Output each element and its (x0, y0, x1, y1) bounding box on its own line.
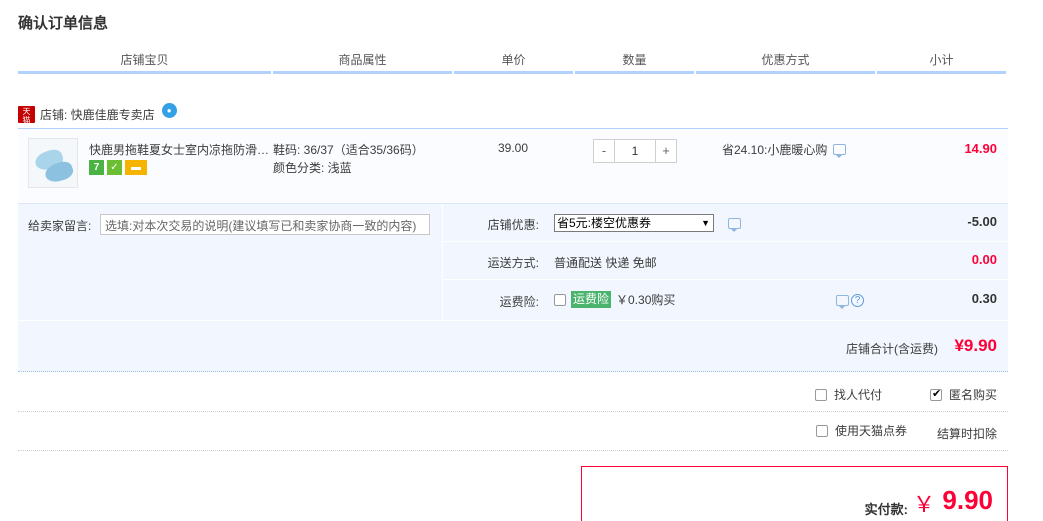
comment-icon[interactable] (836, 295, 849, 309)
header-shop-item: 店铺宝贝 (18, 50, 271, 74)
points-row: 使用天猫点券 结算时扣除 (18, 412, 1008, 451)
seven-day-return-icon[interactable]: 7 (89, 160, 104, 175)
header-unit-price: 单价 (454, 50, 573, 74)
shop-name[interactable]: 店铺: 快鹿佳鹿专卖店 (40, 106, 155, 123)
anonymous-label: 匿名购买 (948, 388, 997, 402)
anonymous-option[interactable]: 匿名购买 (929, 386, 997, 403)
shop-total-value: ¥9.90 (954, 336, 997, 355)
header-attributes: 商品属性 (273, 50, 452, 74)
insurance-label: 运费险: (499, 295, 539, 309)
product-thumbnail[interactable] (28, 138, 78, 188)
tmall-icon: 天猫 (18, 105, 35, 125)
credit-card-icon[interactable]: ▬ (125, 160, 147, 175)
insurance-option: 运费险 ￥0.30购买 (554, 291, 675, 308)
tmall-points-option[interactable]: 使用天猫点券 (815, 422, 907, 439)
order-options-panel: 店铺优惠: 省5元:楼空优惠券 ▼ -5.00 运送方式: 普通配送 快递 免邮… (442, 204, 1009, 320)
comment-icon[interactable] (833, 144, 847, 158)
insurance-checkbox[interactable] (554, 293, 566, 306)
shipping-label: 运送方式: (487, 256, 539, 270)
seller-memo-input[interactable]: 选填:对本次交易的说明(建议填写已和卖家协商一致的内容) (100, 214, 430, 235)
insurance-row: 运费险: 运费险 ￥0.30购买 ? 0.30 (443, 281, 1009, 319)
insurance-tag: 运费险 (571, 291, 612, 308)
shipping-method: 普通配送 快递 免邮 (554, 256, 657, 270)
discount-text: 省24.10:小鹿暖心购 (722, 143, 828, 157)
shop-coupon-amount: -5.00 (967, 214, 997, 229)
insurance-amount: 0.30 (971, 291, 997, 306)
attribute-color: 颜色分类: 浅蓝 (273, 161, 352, 175)
header-discount: 优惠方式 (696, 50, 875, 74)
order-table-header: 店铺宝贝 商品属性 单价 数量 优惠方式 小计 (18, 50, 1008, 74)
wangwang-chat-icon[interactable]: ● (161, 102, 177, 118)
dropdown-arrow-icon: ▼ (701, 218, 710, 228)
proxy-pay-option[interactable]: 找人代付 (814, 386, 882, 403)
shop-total-label: 店铺合计(含运费) (846, 342, 938, 356)
tmall-points-label: 使用天猫点券 (834, 424, 907, 438)
item-subtotal: 14.90 (964, 141, 997, 156)
quantity-stepper: - 1 + (593, 139, 677, 163)
comment-icon[interactable] (728, 218, 741, 232)
shop-coupon-select[interactable]: 省5元:楼空优惠券 ▼ (554, 214, 714, 232)
quantity-minus-button[interactable]: - (594, 140, 614, 162)
insurance-price: ￥0.30购买 (616, 293, 676, 307)
page-title: 确认订单信息 (18, 15, 109, 32)
payment-total: 9.90 (942, 485, 993, 515)
points-note: 结算时扣除 (937, 425, 997, 442)
payment-label: 实付款: (864, 502, 908, 517)
attribute-size: 鞋码: 36/37（适合35/36码） (273, 143, 424, 157)
discount-info: 省24.10:小鹿暖心购 (722, 141, 847, 158)
shop-total-row: 店铺合计(含运费) ¥9.90 (18, 320, 1008, 372)
payment-options-row: 找人代付 匿名购买 (18, 373, 1008, 412)
quantity-input[interactable]: 1 (614, 140, 656, 162)
shop-coupon-row: 店铺优惠: 省5元:楼空优惠券 ▼ -5.00 (443, 204, 1009, 242)
tmall-points-checkbox[interactable] (815, 424, 828, 437)
proxy-pay-checkbox[interactable] (814, 388, 827, 401)
shop-coupon-label: 店铺优惠: (487, 218, 539, 232)
quantity-plus-button[interactable]: + (656, 140, 676, 162)
header-subtotal: 小计 (877, 50, 1006, 74)
shipping-row: 运送方式: 普通配送 快递 免邮 0.00 (443, 242, 1009, 280)
payment-currency: ￥ (912, 492, 935, 517)
shipping-amount: 0.00 (971, 252, 997, 267)
header-quantity: 数量 (575, 50, 694, 74)
proxy-pay-label: 找人代付 (833, 388, 882, 402)
memo-label: 给卖家留言: (28, 219, 92, 233)
order-item: 快鹿男拖鞋夏女士室内凉拖防滑浴室家居拖鞋 7 ✓ ▬ 鞋码: 36/37（适合3… (18, 128, 1008, 204)
help-icon[interactable]: ? (851, 294, 864, 307)
service-badges: 7 ✓ ▬ (89, 160, 150, 175)
payment-summary: 实付款: ￥ 9.90 (581, 466, 1008, 521)
points-note-text: 结算时扣除 (936, 427, 997, 441)
shield-icon[interactable]: ✓ (107, 160, 122, 175)
unit-price: 39.00 (498, 141, 529, 155)
shop-row: 天猫 店铺: 快鹿佳鹿专卖店 ● (18, 102, 1008, 126)
anonymous-checkbox[interactable] (929, 387, 942, 401)
shop-coupon-selected: 省5元:楼空优惠券 (557, 216, 652, 230)
order-extras: 给卖家留言: 选填:对本次交易的说明(建议填写已和卖家协商一致的内容) 店铺优惠… (18, 204, 1009, 320)
insurance-icons: ? (836, 294, 864, 309)
product-title-link[interactable]: 快鹿男拖鞋夏女士室内凉拖防滑浴室家居拖鞋 (89, 141, 271, 158)
